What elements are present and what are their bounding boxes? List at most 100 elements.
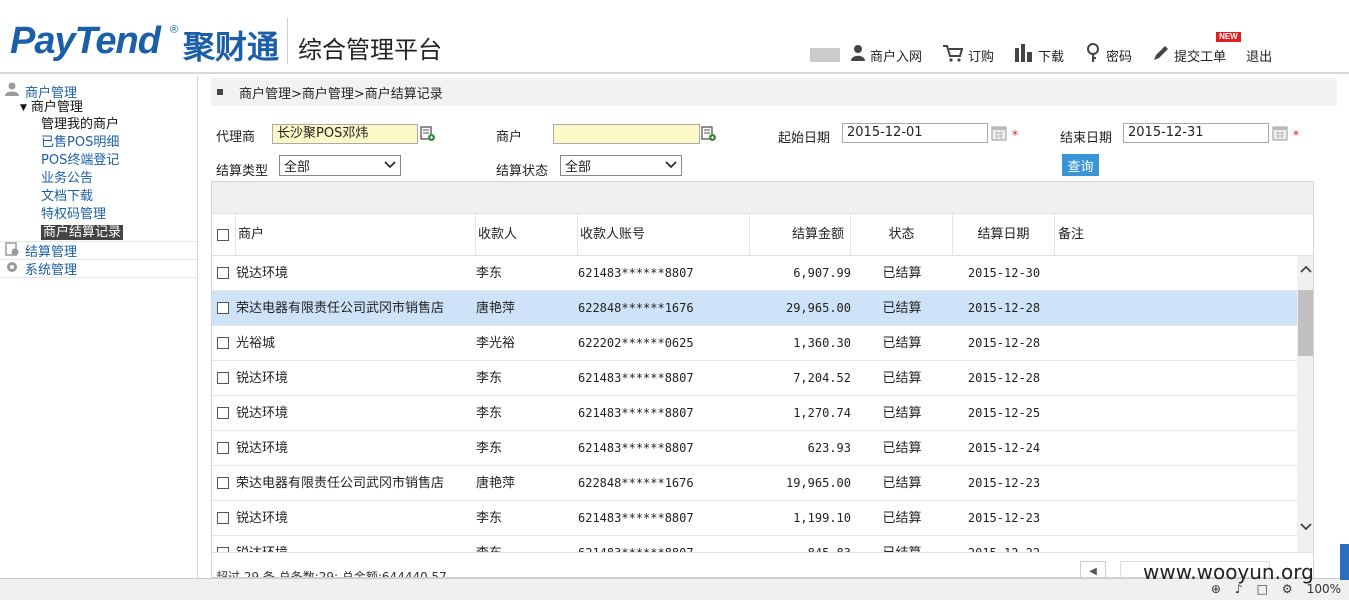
grid-scrollbar[interactable]	[1297, 256, 1313, 552]
prev-page-button[interactable]: ◀	[1080, 561, 1106, 577]
scroll-down-icon[interactable]	[1297, 518, 1313, 535]
end-date-label: 结束日期	[1060, 131, 1113, 146]
col-merchant[interactable]: 商户	[236, 214, 476, 256]
nav-download[interactable]: 下载	[1014, 44, 1064, 66]
cell-account: 621483******8807	[578, 266, 694, 280]
scroll-up-icon[interactable]	[1297, 260, 1313, 277]
start-date-input[interactable]: 2015-12-01	[842, 123, 988, 143]
merchant-input[interactable]	[553, 124, 700, 144]
nav-merchant-onboard[interactable]: 商户入网	[850, 44, 922, 66]
cell-payee: 李东	[476, 371, 503, 386]
row-checkbox[interactable]	[217, 407, 229, 419]
cell-payee: 李光裕	[476, 336, 516, 351]
nav-label: 提交工单	[1174, 49, 1227, 65]
select-all-checkbox[interactable]	[217, 229, 229, 241]
table-row[interactable]: 锐达环境 李东 621483******8807 1,199.10 已结算 2015-12…	[212, 501, 1297, 536]
query-button[interactable]: 查询	[1062, 154, 1099, 176]
col-payee[interactable]: 收款人	[476, 214, 578, 256]
table-row[interactable]: 锐达环境 李东 621483******8807 7,204.52 已结算 2015-12…	[212, 361, 1297, 396]
table-row[interactable]: 锐达环境 李东 621483******8807 6,907.99 已结算 2015-12…	[212, 256, 1297, 291]
sidebar-item-label: POS终端登记	[41, 153, 120, 168]
sidebar-item-downloads[interactable]: 文档下载	[0, 188, 197, 206]
cell-date: 2015-12-24	[967, 441, 1041, 455]
cell-merchant: 锐达环境	[236, 266, 289, 281]
table-row[interactable]: 光裕城 李光裕 622202******0625 1,360.30 已结算 2015-12…	[212, 326, 1297, 361]
cart-icon	[942, 44, 964, 66]
agent-input[interactable]: 长沙聚POS邓炜	[272, 124, 418, 144]
cell-merchant: 锐达环境	[236, 371, 289, 386]
picker-icon[interactable]	[701, 126, 717, 142]
grid-toolbar	[212, 182, 1313, 214]
row-checkbox[interactable]	[217, 337, 229, 349]
nav-password[interactable]: 密码	[1084, 43, 1132, 67]
scroll-thumb[interactable]	[1298, 290, 1313, 356]
sidebar-section-system[interactable]: 系统管理	[0, 260, 197, 278]
table-row[interactable]: 荣达电器有限责任公司武冈市销售店 唐艳萍 622848******1676 19,96…	[212, 466, 1297, 501]
sidebar-item-sold-pos[interactable]: 已售POS明细	[0, 134, 197, 152]
cell-date: 2015-12-28	[967, 371, 1041, 385]
row-checkbox[interactable]	[217, 372, 229, 384]
col-account[interactable]: 收款人账号	[578, 214, 750, 256]
row-checkbox[interactable]	[217, 302, 229, 314]
key-icon	[1084, 43, 1102, 67]
side-tab[interactable]	[1340, 544, 1349, 580]
cell-note	[1055, 501, 1295, 536]
cell-account: 621483******8807	[578, 511, 694, 525]
nav-submit-ticket[interactable]: 提交工单 NEW	[1152, 32, 1241, 66]
sidebar-item-label: 商户结算记录	[41, 225, 124, 240]
calendar-icon[interactable]	[1272, 125, 1288, 141]
sidebar-submenu-label: 商户管理	[30, 100, 83, 115]
cell-date: 2015-12-23	[967, 511, 1041, 525]
cell-payee: 李东	[476, 406, 503, 421]
cell-note	[1055, 326, 1295, 361]
zoom-level[interactable]: 100%	[1307, 582, 1341, 596]
sidebar-item-manage-merchants[interactable]: 管理我的商户	[0, 116, 197, 134]
col-amount[interactable]: 结算金额	[750, 214, 851, 256]
table-row[interactable]: 锐达环境 李东 621483******8807 1,270.74 已结算 2015-12…	[212, 396, 1297, 431]
col-status[interactable]: 状态	[851, 214, 953, 256]
sidebar-section-settlement[interactable]: 结算管理	[0, 241, 197, 260]
cell-account: 621483******8807	[578, 406, 694, 420]
cell-account: 621483******8807	[578, 371, 694, 385]
row-checkbox[interactable]	[217, 442, 229, 454]
sidebar-item-label: 特权码管理	[41, 207, 107, 222]
row-checkbox[interactable]	[217, 477, 229, 489]
table-row[interactable]: 锐达环境 李东 621483******8807 623.93 已结算 2015-12-2…	[212, 431, 1297, 466]
row-checkbox[interactable]	[217, 267, 229, 279]
row-checkbox[interactable]	[217, 512, 229, 524]
sidebar-section-merchant[interactable]: 商户管理	[0, 82, 197, 101]
settlement-grid: 商户 收款人 收款人账号 结算金额 状态 结算日期 备注 锐达环境 李东 62148…	[211, 181, 1314, 578]
sidebar-submenu-merchant[interactable]: ▼ 商户管理	[0, 100, 197, 116]
nav-label: 退出	[1246, 49, 1273, 65]
sidebar: 商户管理 ▼ 商户管理 管理我的商户 已售POS明细 POS终端登记 业务公告 …	[0, 76, 198, 578]
col-note[interactable]: 备注	[1055, 214, 1313, 256]
pen-icon	[1152, 44, 1170, 66]
col-date[interactable]: 结算日期	[953, 214, 1055, 256]
sidebar-item-announcements[interactable]: 业务公告	[0, 170, 197, 188]
sidebar-item-settlement-records[interactable]: 商户结算记录	[0, 224, 197, 242]
grid-summary: 超过 29 条 总条数:29; 总金额:644440.57	[216, 570, 447, 578]
nav-logout[interactable]: 退出	[1246, 46, 1272, 65]
cell-merchant: 荣达电器有限责任公司武冈市销售店	[236, 301, 445, 316]
end-date-input[interactable]: 2015-12-31	[1123, 123, 1269, 143]
settlement-status-select[interactable]: 全部	[560, 155, 682, 176]
picker-icon[interactable]	[420, 126, 436, 142]
cell-date: 2015-12-25	[967, 406, 1041, 420]
nav-order[interactable]: 订购	[942, 44, 994, 66]
sidebar-section-label: 系统管理	[25, 263, 78, 278]
new-badge: NEW	[1216, 32, 1241, 42]
agent-label: 代理商	[216, 130, 256, 145]
logo-registered-mark: ®	[170, 24, 179, 36]
calendar-icon[interactable]	[991, 125, 1007, 141]
table-row[interactable]: 荣达电器有限责任公司武冈市销售店 唐艳萍 622848******1676 29,96…	[212, 291, 1297, 326]
settlement-type-select[interactable]: 全部	[279, 155, 401, 176]
select-all-cell	[212, 214, 236, 256]
breadcrumb: 商户管理>商户管理>商户结算记录	[211, 78, 1337, 106]
sidebar-item-pos-register[interactable]: POS终端登记	[0, 152, 197, 170]
cell-account: 621483******8807	[578, 441, 694, 455]
cell-note	[1055, 361, 1295, 396]
sidebar-item-privilege-code[interactable]: 特权码管理	[0, 206, 197, 224]
cell-date: 2015-12-28	[967, 301, 1041, 315]
cell-payee: 李东	[476, 266, 503, 281]
cell-merchant: 锐达环境	[236, 441, 289, 456]
